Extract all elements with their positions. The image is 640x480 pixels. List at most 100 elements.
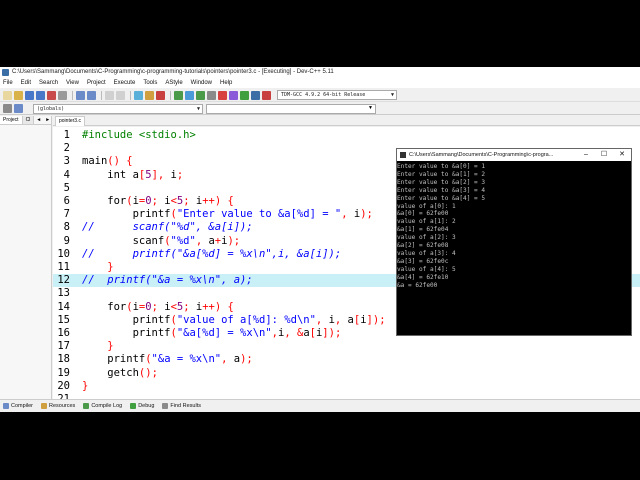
line-number: 8 xyxy=(63,221,70,234)
code-text: printf("value of a[%d]: %d\n", i, a[i]); xyxy=(82,313,386,326)
code-text: // scanf("%d", &a[i]); xyxy=(82,221,253,234)
menu-file[interactable]: File xyxy=(3,78,13,88)
line-number: 11 xyxy=(57,261,70,273)
console-output-line: &a[0] = 62fe00 xyxy=(397,210,449,218)
menu-view[interactable]: View xyxy=(66,78,79,88)
tab-find-results[interactable]: Find Results xyxy=(162,403,201,409)
open-file-icon[interactable] xyxy=(14,90,23,100)
check-syntax-icon[interactable] xyxy=(240,90,249,100)
debug-check-icon xyxy=(130,403,137,409)
line-number: 12 xyxy=(57,274,70,287)
console-title-bar: C:\Users\Sammang\Documents\C-Programming… xyxy=(397,149,631,161)
menu-search[interactable]: Search xyxy=(39,78,58,88)
code-text: printf("Enter value to &a[%d] = ", i); xyxy=(82,208,373,221)
run-icon[interactable] xyxy=(185,90,194,100)
compiler-select[interactable]: TDM-GCC 4.9.2 64-bit Release ▼ xyxy=(277,90,397,100)
tab-project[interactable]: Project xyxy=(0,116,23,124)
console-output-line: Enter value to &a[3] = 4 xyxy=(397,186,486,194)
console-window[interactable]: C:\Users\Sammang\Documents\C-Programming… xyxy=(396,148,632,336)
rebuild-icon[interactable] xyxy=(207,90,216,100)
chevron-down-icon: ▼ xyxy=(196,105,200,112)
menu-tools[interactable]: Tools xyxy=(143,78,157,88)
main-toolbar: TDM-GCC 4.9.2 64-bit Release ▼ xyxy=(0,89,640,102)
code-text: main() { xyxy=(82,155,133,168)
compile-icon[interactable] xyxy=(174,90,183,100)
menu-window[interactable]: Window xyxy=(191,78,212,88)
tab-pointer3[interactable]: pointer3.c xyxy=(55,116,85,126)
line-number: 20 xyxy=(57,379,70,392)
tab-find-results-label: Find Results xyxy=(170,403,201,409)
console-title: C:\Users\Sammang\Documents\C-Programming… xyxy=(409,152,554,158)
code-line[interactable]: 20} xyxy=(53,380,640,393)
tab-compiler[interactable]: Compiler xyxy=(3,403,33,409)
menu-project[interactable]: Project xyxy=(87,78,106,88)
new-file-icon[interactable] xyxy=(3,90,12,100)
line-number: 10 xyxy=(57,247,70,260)
line-number: 15 xyxy=(57,313,70,326)
replace-icon[interactable] xyxy=(116,90,125,100)
new-project-icon[interactable] xyxy=(134,90,143,100)
line-number: 7 xyxy=(63,208,70,221)
members-select[interactable]: ▼ xyxy=(206,103,376,114)
compile-run-icon[interactable] xyxy=(196,90,205,100)
line-number: 3 xyxy=(63,155,70,168)
goto-icon[interactable] xyxy=(3,104,12,113)
close-file-icon[interactable] xyxy=(47,90,56,100)
menu-help[interactable]: Help xyxy=(220,78,232,88)
find-icon[interactable] xyxy=(105,90,114,100)
code-text: scanf("%d", a+i); xyxy=(82,234,241,247)
bottom-panel-tabs: Compiler Resources Compile Log Debug Fin… xyxy=(0,399,640,412)
code-text: // printf("&a[%d] = %x\n",i, &a[i]); xyxy=(82,247,342,260)
compiler-icon xyxy=(3,403,9,409)
delete-profile-icon[interactable] xyxy=(262,90,271,100)
tab-compiler-label: Compiler xyxy=(11,403,34,409)
stop-icon[interactable] xyxy=(218,90,227,100)
tab-scroll-left-icon[interactable]: ◄ xyxy=(34,116,43,124)
redo-icon[interactable] xyxy=(87,90,96,100)
minimize-icon[interactable]: – xyxy=(577,149,595,161)
bookmark-icon[interactable] xyxy=(14,104,23,113)
code-text: int a[5], i; xyxy=(82,168,184,181)
menu-edit[interactable]: Edit xyxy=(21,78,31,88)
code-line[interactable]: 17 } xyxy=(53,340,640,353)
tab-debug[interactable]: Debug xyxy=(130,403,154,409)
tab-debug-label: Debug xyxy=(138,403,155,409)
menu-execute[interactable]: Execute xyxy=(114,78,136,88)
line-number: 6 xyxy=(63,195,70,207)
undo-icon[interactable] xyxy=(76,90,85,100)
globals-select[interactable]: (globals) ▼ xyxy=(33,103,203,114)
tab-compile-log-label: Compile Log xyxy=(91,403,123,409)
console-app-icon xyxy=(400,152,406,158)
code-line[interactable]: 19 getch(); xyxy=(53,367,640,380)
menu-bar: File Edit Search View Project Execute To… xyxy=(0,78,640,88)
console-output-line: Enter value to &a[0] = 1 xyxy=(397,163,486,170)
line-number: 18 xyxy=(57,353,70,366)
devcpp-app-icon xyxy=(2,69,9,76)
window-title: C:\Users\Sammang\Documents\C-Programming… xyxy=(12,69,334,75)
code-text: } xyxy=(107,340,114,353)
toolbar-separator xyxy=(72,90,73,100)
maximize-icon[interactable]: ☐ xyxy=(595,149,613,161)
menu-astyle[interactable]: AStyle xyxy=(165,78,182,88)
code-line[interactable]: 1 #include <stdio.h> xyxy=(53,129,640,142)
tab-scroll-right-icon[interactable]: ► xyxy=(43,116,52,124)
console-output-line: &a[2] = 62fe08 xyxy=(397,242,449,250)
tab-resources[interactable]: Resources xyxy=(41,403,75,409)
add-to-project-icon[interactable] xyxy=(145,90,154,100)
code-line[interactable]: 18 printf("&a = %x\n", a); xyxy=(53,353,640,366)
line-number: 1 xyxy=(63,129,70,141)
tab-compile-log[interactable]: Compile Log xyxy=(83,403,122,409)
save-icon[interactable] xyxy=(25,90,34,100)
debug-icon[interactable] xyxy=(229,90,238,100)
console-output-line: &a[1] = 62fe04 xyxy=(397,226,449,234)
close-icon[interactable]: ✕ xyxy=(613,149,631,161)
save-all-icon[interactable] xyxy=(36,90,45,100)
tab-classes[interactable]: Cl xyxy=(22,116,35,124)
console-output-line: Enter value to &a[1] = 2 xyxy=(397,170,486,178)
print-icon[interactable] xyxy=(58,90,67,100)
console-output-line: value of a[2]: 3 xyxy=(397,234,456,242)
profile-icon[interactable] xyxy=(251,90,260,100)
code-text: for(i=0; i<5; i++) { xyxy=(82,195,234,207)
line-number: 9 xyxy=(63,234,70,247)
remove-from-project-icon[interactable] xyxy=(156,90,165,100)
